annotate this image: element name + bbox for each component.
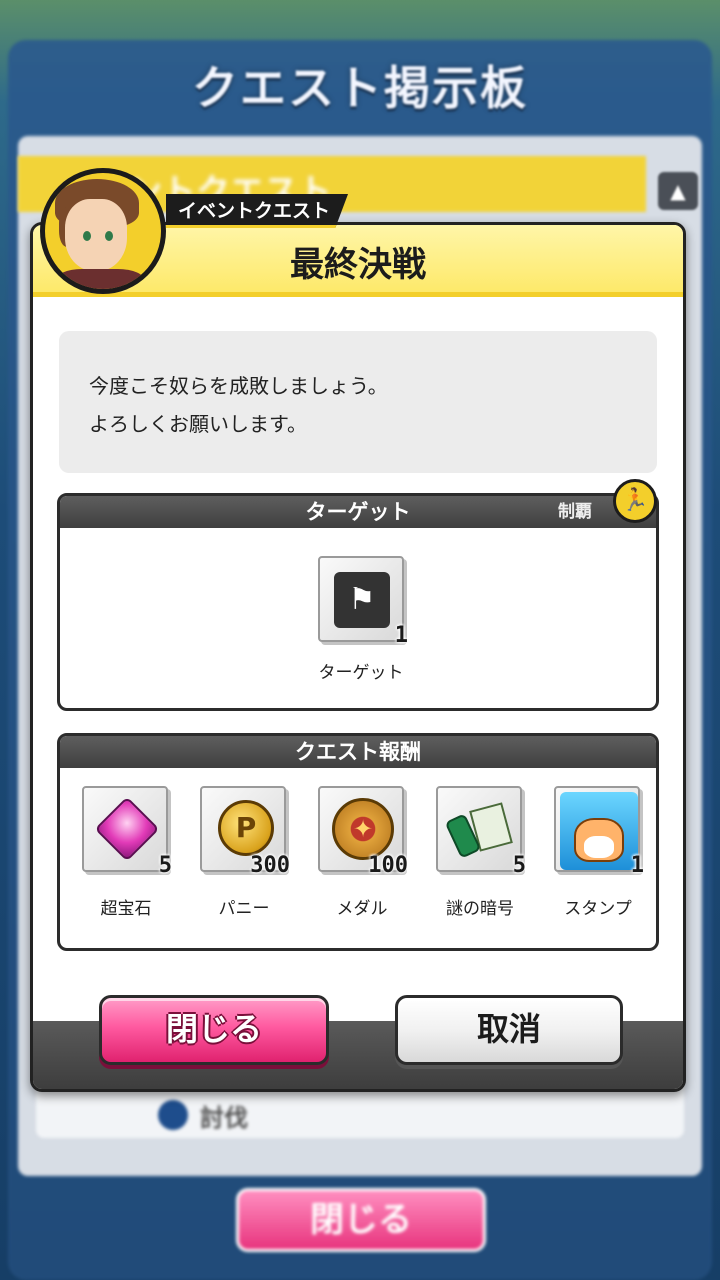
- reward-item-label: 謎の暗号: [446, 899, 514, 919]
- reward-item-label: パニー: [218, 899, 270, 919]
- target-item-label: ターゲット: [318, 663, 404, 683]
- quest-giver-avatar: [40, 168, 166, 294]
- cancel-button[interactable]: 取消: [395, 995, 623, 1065]
- target-item-tile[interactable]: ⚑ 1: [318, 556, 408, 648]
- quest-message-line-2: よろしくお願いします。: [89, 412, 307, 436]
- reward-item-tile[interactable]: 1: [554, 786, 644, 878]
- reward-item-count: 5: [158, 853, 172, 878]
- quest-message-box: 今度こそ奴らを成敗しましょう。 よろしくお願いします。: [59, 331, 657, 473]
- coin-icon: P: [218, 800, 274, 856]
- reward-item-count: 1: [630, 853, 644, 878]
- flag-runner-icon: ⚑: [334, 572, 390, 628]
- target-section-title: ターゲット: [305, 500, 411, 524]
- runner-icon: 🏃: [613, 479, 657, 523]
- event-quest-tag: イベントクエスト: [166, 194, 349, 228]
- target-section: ターゲット 制覇 ⚑ 1 ターゲット: [57, 493, 659, 711]
- reward-section-header: クエスト報酬: [60, 736, 656, 768]
- target-section-header: ターゲット 制覇: [60, 496, 656, 528]
- stamp-icon: [560, 792, 638, 870]
- reward-item-tile[interactable]: P 300: [200, 786, 290, 878]
- reward-item-label: スタンプ: [564, 899, 632, 919]
- subjugation-icon: [158, 1100, 188, 1130]
- reward-item-label: 超宝石: [100, 899, 152, 919]
- board-close-button[interactable]: 閉じる: [236, 1188, 486, 1252]
- reward-item-tile[interactable]: 5: [436, 786, 526, 878]
- reward-section-title: クエスト報酬: [295, 740, 421, 764]
- conquer-label: 制覇: [558, 502, 592, 522]
- scroll-up-button[interactable]: ▲: [658, 172, 698, 210]
- reward-item-tile[interactable]: 5: [82, 786, 172, 878]
- gem-icon: [94, 796, 160, 862]
- reward-item-label: メダル: [336, 899, 388, 919]
- scroll-icon: [444, 802, 513, 859]
- reward-item-count: 300: [250, 853, 290, 878]
- medal-icon: ✦: [332, 798, 394, 860]
- quest-message-line-1: 今度こそ奴らを成敗しましょう。: [89, 374, 388, 398]
- reward-item-count: 5: [512, 853, 526, 878]
- quest-list-item-label: 討伐: [200, 1104, 248, 1132]
- quest-board-title: クエスト掲示板: [192, 61, 528, 115]
- reward-section: クエスト報酬 5 超宝石 P 300 パニー ✦ 100 メダル 5 謎の暗号: [57, 733, 659, 951]
- close-button[interactable]: 閉じる: [99, 995, 329, 1065]
- reward-item-count: 100: [368, 853, 408, 878]
- reward-item-tile[interactable]: ✦ 100: [318, 786, 408, 878]
- target-item-count: 1: [394, 623, 408, 648]
- quest-detail-dialog: 最終決戦 今度こそ奴らを成敗しましょう。 よろしくお願いします。 🏃 ターゲット…: [30, 222, 686, 1092]
